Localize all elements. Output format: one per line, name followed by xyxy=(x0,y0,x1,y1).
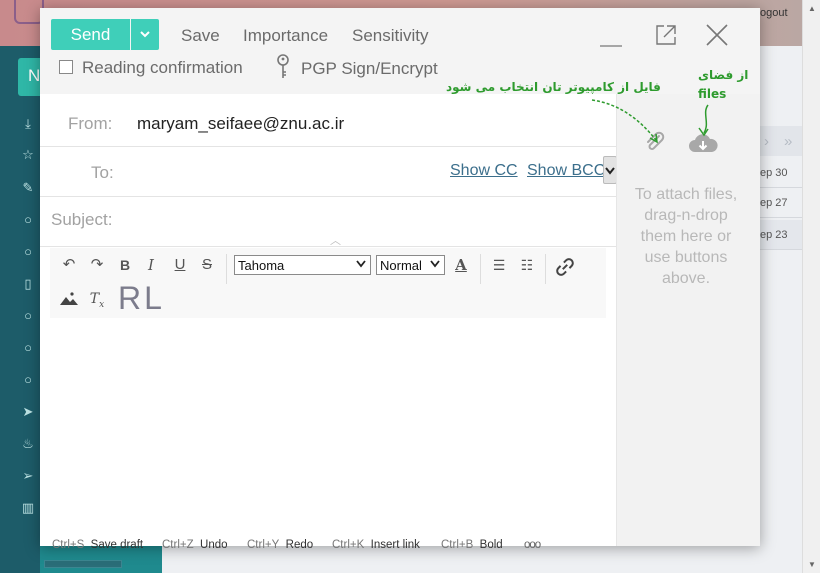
show-cc-link[interactable]: Show CC xyxy=(450,162,518,180)
underline-icon[interactable]: U xyxy=(170,255,190,275)
logout-link[interactable]: ogout xyxy=(760,7,788,19)
undo-icon[interactable]: ↶ xyxy=(59,255,79,275)
numbered-list-icon[interactable]: ☰ xyxy=(489,255,509,275)
send-options-button[interactable] xyxy=(131,19,159,50)
quota-bar xyxy=(44,560,122,568)
image-icon[interactable] xyxy=(59,289,79,309)
text-color-icon[interactable]: A xyxy=(451,255,471,275)
shortcut-key: Ctrl+Y xyxy=(247,539,280,551)
shortcut-save-draft: Ctrl+S Save draft xyxy=(52,539,143,551)
toolbar-divider xyxy=(226,254,227,284)
annotation-files-line1: از فضای xyxy=(698,68,749,82)
strikethrough-icon[interactable]: S xyxy=(197,255,217,275)
folder-bullet-icon[interactable]: ○ xyxy=(20,372,36,388)
shortcut-action: Insert link xyxy=(370,539,420,551)
chevron-down-icon xyxy=(430,260,440,268)
sent-icon[interactable]: ➤ xyxy=(20,404,36,420)
attach-hint: To attach files, drag-n-drop them here o… xyxy=(634,186,738,287)
shortcut-bold: Ctrl+B Bold xyxy=(441,539,503,551)
inbox-icon[interactable]: ⤓ xyxy=(20,116,36,132)
to-label: To: xyxy=(91,163,114,182)
send-button[interactable]: Send xyxy=(51,19,130,50)
from-value[interactable]: maryam_seifaee@znu.ac.ir xyxy=(137,114,344,134)
italic-icon[interactable]: I xyxy=(141,255,161,275)
reading-confirmation-label: Reading confirmation xyxy=(82,58,243,77)
page-scrollbar[interactable]: ▲ ▼ xyxy=(802,0,820,573)
minimize-icon[interactable] xyxy=(598,32,624,48)
checkbox-icon xyxy=(59,60,73,74)
more-shortcuts-button[interactable]: ooo xyxy=(524,539,541,551)
bold-icon[interactable]: B xyxy=(115,255,135,275)
shortcut-key: Ctrl+B xyxy=(441,539,474,551)
importance-button[interactable]: Importance xyxy=(243,26,328,46)
shortcut-insert-link: Ctrl+K Insert link xyxy=(332,539,420,551)
shortcut-action: Bold xyxy=(479,539,503,551)
subject-field[interactable]: Subject: xyxy=(51,210,112,230)
shortcut-key: Ctrl+K xyxy=(332,539,365,551)
shortcut-action: Redo xyxy=(285,539,314,551)
annotation-arrow-to-paperclip xyxy=(591,99,658,144)
recipients-dropdown[interactable] xyxy=(603,156,617,184)
font-size-value: Normal xyxy=(380,258,422,273)
double-chevron-right-icon[interactable]: » xyxy=(784,133,792,150)
fire-icon[interactable]: ♨ xyxy=(20,436,36,452)
text-direction-rl-button[interactable]: RL xyxy=(118,280,165,317)
from-row[interactable]: From: maryam_seifaee@znu.ac.ir xyxy=(40,97,616,147)
starred-icon[interactable]: ☆ xyxy=(20,147,36,163)
chevron-right-icon[interactable]: › xyxy=(764,133,769,150)
shortcut-key: Ctrl+S xyxy=(52,539,85,551)
document-icon[interactable]: ▯ xyxy=(20,276,36,292)
message-date: ep 23 xyxy=(760,220,802,250)
redo-icon[interactable]: ↷ xyxy=(87,255,107,275)
annotation-arrow-to-cloud xyxy=(698,104,709,137)
font-size-select[interactable]: Normal xyxy=(376,255,445,275)
from-label: From: xyxy=(68,114,113,133)
folder-bullet-icon[interactable]: ○ xyxy=(20,212,36,228)
link-icon[interactable] xyxy=(555,257,575,277)
chevron-down-icon xyxy=(140,31,150,38)
shortcut-redo: Ctrl+Y Redo xyxy=(247,539,313,551)
annotation-files-line2: files xyxy=(698,87,727,101)
chevron-down-icon xyxy=(356,260,366,268)
font-family-value: Tahoma xyxy=(238,258,285,273)
shortcut-key: Ctrl+Z xyxy=(162,539,194,551)
folder-bullet-icon[interactable]: ○ xyxy=(20,244,36,260)
folder-bullet-icon[interactable]: ○ xyxy=(20,340,36,356)
pin-icon[interactable]: ✎ xyxy=(20,180,36,196)
attachments-pane[interactable] xyxy=(616,94,760,546)
folder-bullet-icon[interactable]: ○ xyxy=(20,308,36,324)
show-bcc-link[interactable]: Show BCC xyxy=(527,162,605,180)
pgp-label: PGP Sign/Encrypt xyxy=(301,59,438,78)
shortcut-action: Undo xyxy=(200,539,228,551)
chevron-down-icon xyxy=(605,167,615,175)
open-in-new-window-icon[interactable] xyxy=(654,23,678,47)
shortcut-action: Save draft xyxy=(90,539,144,551)
shortcut-undo: Ctrl+Z Undo xyxy=(162,539,228,551)
font-family-select[interactable]: Tahoma xyxy=(234,255,371,275)
collapse-header-icon[interactable]: ︿ xyxy=(330,232,341,248)
close-icon[interactable] xyxy=(705,23,729,47)
send-later-icon[interactable]: ➢ xyxy=(20,468,36,484)
reading-confirmation-checkbox[interactable]: Reading confirmation xyxy=(59,58,243,78)
toolbar-divider xyxy=(545,254,546,284)
subject-row[interactable]: Subject: xyxy=(40,197,616,247)
toolbar-divider xyxy=(480,254,481,284)
bulleted-list-icon[interactable]: ☷ xyxy=(517,255,537,275)
annotation-computer-upload: فایل از کامپیوتر تان انتخاب می شود xyxy=(446,80,661,94)
scroll-up-icon[interactable]: ▲ xyxy=(808,4,816,13)
sensitivity-button[interactable]: Sensitivity xyxy=(352,26,429,46)
save-button[interactable]: Save xyxy=(181,26,220,46)
message-date: ep 27 xyxy=(760,188,802,218)
scroll-down-icon[interactable]: ▼ xyxy=(808,560,816,569)
clear-formatting-icon[interactable]: Tx xyxy=(87,289,107,310)
message-date: ep 30 xyxy=(760,158,802,188)
trash-icon[interactable]: ▥ xyxy=(20,500,36,516)
key-icon xyxy=(277,54,289,78)
pgp-button[interactable]: PGP Sign/Encrypt xyxy=(275,54,438,80)
